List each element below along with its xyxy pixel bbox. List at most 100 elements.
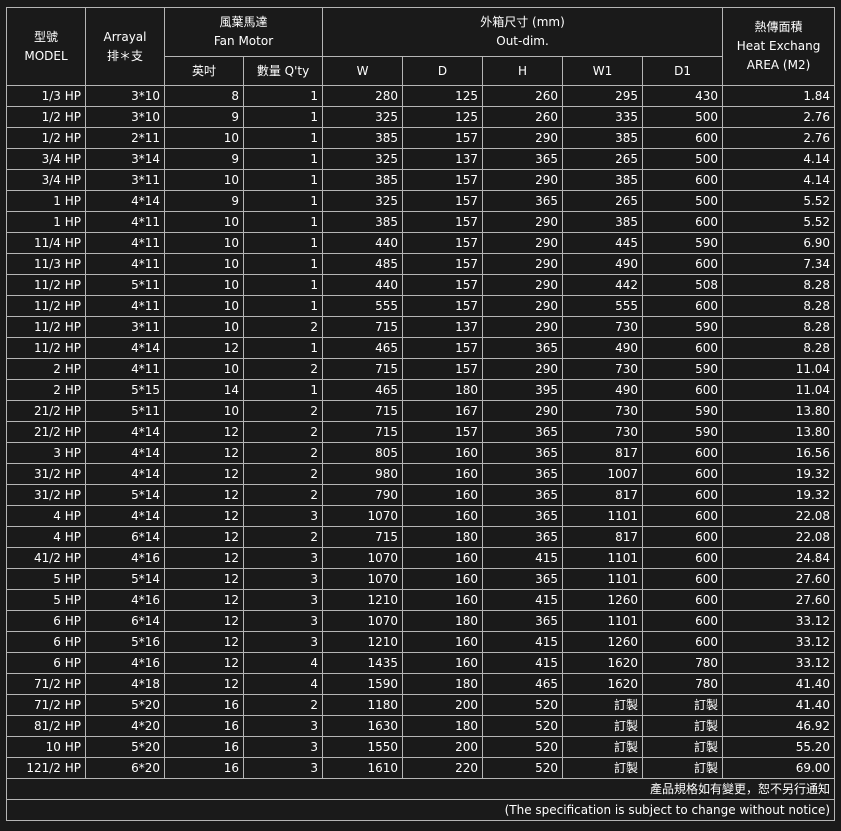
cell-d1: 600 (641, 547, 724, 569)
cell-model: 1/2 HP (6, 106, 86, 128)
cell-w1: 817 (562, 442, 643, 464)
cell-d: 180 (402, 715, 483, 737)
cell-arrayal: 3*11 (85, 316, 165, 338)
cell-model: 41/2 HP (6, 547, 86, 569)
cell-d: 157 (402, 127, 483, 149)
cell-w1: 335 (562, 106, 643, 128)
cell-inch: 10 (164, 169, 244, 191)
cell-d1: 590 (641, 316, 724, 338)
header-model: 型號 MODEL (6, 7, 86, 86)
cell-h: 290 (482, 169, 563, 191)
table-row: 1/3 HP 3*10 8 1 280 125 260 295 430 1.84 (6, 85, 836, 107)
table-row: 21/2 HP 4*14 12 2 715 157 365 730 590 13.80 (6, 421, 836, 443)
cell-w1: 555 (562, 295, 643, 317)
cell-d1: 600 (641, 211, 724, 233)
cell-inch: 10 (164, 127, 244, 149)
cell-area: 8.28 (722, 274, 836, 296)
cell-arrayal: 3*10 (85, 85, 165, 107)
cell-d: 167 (402, 400, 483, 422)
cell-qty: 1 (243, 190, 323, 212)
cell-inch: 8 (164, 85, 244, 107)
cell-arrayal: 4*14 (85, 442, 165, 464)
cell-inch: 12 (164, 484, 244, 506)
cell-inch: 10 (164, 211, 244, 233)
cell-arrayal: 4*16 (85, 589, 165, 611)
cell-model: 11/3 HP (6, 253, 86, 275)
cell-h: 365 (482, 421, 563, 443)
cell-model: 6 HP (6, 610, 86, 632)
header-h: H (482, 56, 563, 86)
cell-d: 160 (402, 484, 483, 506)
cell-qty: 3 (243, 610, 323, 632)
cell-w: 555 (322, 295, 403, 317)
cell-inch: 10 (164, 358, 244, 380)
cell-model: 11/2 HP (6, 316, 86, 338)
cell-w1: 817 (562, 526, 643, 548)
cell-area: 11.04 (722, 358, 836, 380)
cell-d: 157 (402, 169, 483, 191)
table-row: 11/2 HP 4*14 12 1 465 157 365 490 600 8.28 (6, 337, 836, 359)
cell-area: 16.56 (722, 442, 836, 464)
cell-h: 260 (482, 106, 563, 128)
header-out-dim: 外箱尺寸 (mm) Out-dim. (321, 7, 724, 57)
cell-inch: 12 (164, 526, 244, 548)
cell-h: 290 (482, 127, 563, 149)
table-header: 型號 MODEL Arrayal 排＊支 風葉馬達 Fan Motor 外箱尺寸… (6, 7, 836, 86)
cell-w1: 訂製 (562, 694, 643, 716)
cell-arrayal: 4*14 (85, 421, 165, 443)
cell-model: 1/2 HP (6, 127, 86, 149)
cell-w: 715 (322, 316, 403, 338)
cell-w1: 訂製 (562, 715, 643, 737)
cell-w1: 385 (562, 127, 643, 149)
cell-inch: 12 (164, 505, 244, 527)
cell-arrayal: 6*20 (85, 757, 165, 779)
cell-w: 1435 (322, 652, 403, 674)
cell-inch: 12 (164, 463, 244, 485)
cell-h: 415 (482, 547, 563, 569)
cell-model: 5 HP (6, 568, 86, 590)
table-row: 6 HP 6*14 12 3 1070 180 365 1101 600 33.12 (6, 610, 836, 632)
cell-d1: 600 (641, 526, 724, 548)
footer-note-zh: 產品規格如有變更，恕不另行通知 (5, 778, 836, 800)
cell-h: 465 (482, 673, 563, 695)
cell-w: 325 (322, 190, 403, 212)
cell-model: 1 HP (6, 211, 86, 233)
cell-area: 5.52 (722, 190, 836, 212)
cell-w1: 1101 (562, 568, 643, 590)
cell-qty: 1 (243, 295, 323, 317)
footer-note-en: (The specification is subject to change … (5, 799, 836, 821)
cell-inch: 10 (164, 316, 244, 338)
cell-d1: 600 (641, 505, 724, 527)
cell-d1: 600 (641, 379, 724, 401)
cell-h: 365 (482, 148, 563, 170)
cell-w: 715 (322, 526, 403, 548)
cell-model: 6 HP (6, 631, 86, 653)
cell-model: 71/2 HP (6, 673, 86, 695)
cell-d: 157 (402, 295, 483, 317)
cell-w: 1070 (322, 547, 403, 569)
cell-area: 33.12 (722, 631, 836, 653)
cell-w1: 817 (562, 484, 643, 506)
cell-area: 41.40 (722, 673, 836, 695)
header-heat-exchange: 熱傳面積 Heat Exchang AREA (M2) (722, 7, 836, 86)
header-w: W (322, 56, 403, 86)
cell-d: 180 (402, 526, 483, 548)
cell-arrayal: 4*16 (85, 547, 165, 569)
cell-area: 2.76 (722, 127, 836, 149)
cell-model: 11/4 HP (6, 232, 86, 254)
cell-h: 260 (482, 85, 563, 107)
table-row: 31/2 HP 4*14 12 2 980 160 365 1007 600 19.32 (6, 463, 836, 485)
cell-arrayal: 5*16 (85, 631, 165, 653)
table-row: 5 HP 4*16 12 3 1210 160 415 1260 600 27.60 (6, 589, 836, 611)
cell-w1: 730 (562, 316, 643, 338)
cell-inch: 9 (164, 190, 244, 212)
cell-d1: 訂製 (641, 736, 724, 758)
cell-model: 21/2 HP (6, 421, 86, 443)
cell-model: 1 HP (6, 190, 86, 212)
cell-inch: 9 (164, 148, 244, 170)
spec-table: 型號 MODEL Arrayal 排＊支 風葉馬達 Fan Motor 外箱尺寸… (5, 7, 836, 821)
cell-arrayal: 4*14 (85, 337, 165, 359)
cell-area: 19.32 (722, 484, 836, 506)
cell-area: 2.76 (722, 106, 836, 128)
cell-d1: 508 (641, 274, 724, 296)
